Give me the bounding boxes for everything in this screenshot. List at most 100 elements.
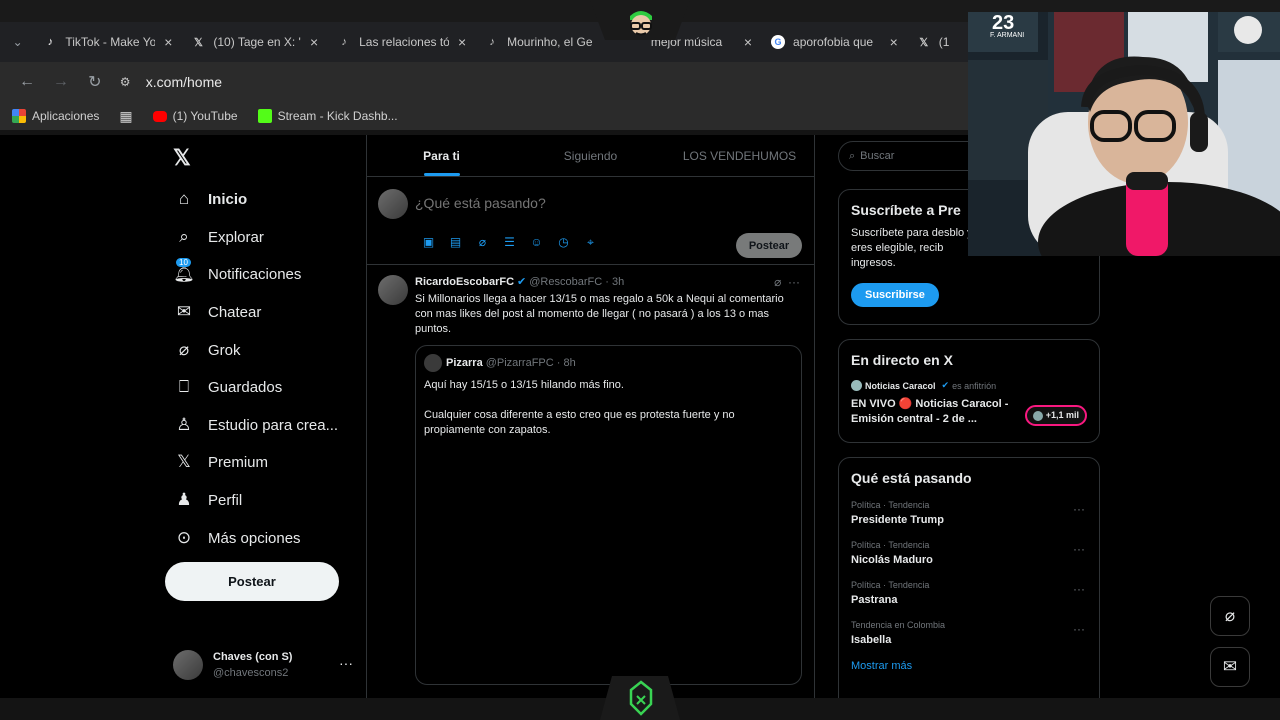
trend-category: Tendencia en Colombia: [851, 620, 946, 630]
more-horizontal-icon[interactable]: ···: [1073, 582, 1085, 596]
close-tab-icon[interactable]: ×: [741, 34, 755, 50]
nav-item-estudio[interactable]: ♙ Estudio para crea...: [173, 410, 338, 440]
tab-para-ti[interactable]: Para ti: [367, 135, 516, 176]
bookmark-apps[interactable]: Aplicaciones: [12, 109, 99, 123]
search-icon: ⌕: [849, 149, 856, 162]
listener-count-text: +1,1 mil: [1045, 410, 1079, 420]
gif-icon[interactable]: ▤: [442, 235, 469, 250]
tweet-time[interactable]: 3h: [612, 276, 624, 288]
trend-item[interactable]: Política · Tendencia Pastrana ···: [851, 580, 1087, 606]
back-icon[interactable]: ←: [10, 73, 44, 91]
nav-item-explorar[interactable]: ⌕ Explorar: [173, 222, 264, 252]
grid-button[interactable]: ▦: [119, 108, 132, 125]
trend-item[interactable]: Política · Tendencia Nicolás Maduro ···: [851, 540, 1087, 566]
more-horizontal-icon[interactable]: ···: [339, 655, 353, 671]
site-info-icon[interactable]: ⚙: [120, 75, 146, 89]
messages-fab[interactable]: ✉: [1210, 647, 1250, 687]
quoted-tweet[interactable]: Pizarra @PizarraFPC · 8h Aquí hay 15/15 …: [415, 345, 802, 685]
image-icon[interactable]: ▣: [415, 235, 442, 250]
browser-tab[interactable]: 𝕏 (10) Tage en X: ' ×: [183, 26, 329, 58]
trends-title: Qué está pasando: [851, 470, 972, 486]
poll-icon[interactable]: ☰: [496, 235, 523, 250]
avatar[interactable]: [378, 275, 408, 305]
trend-item[interactable]: Política · Tendencia Presidente Trump ··…: [851, 500, 1087, 526]
trend-name: Nicolás Maduro: [851, 554, 933, 566]
youtube-icon: [152, 110, 167, 122]
grok-fab[interactable]: ⌀: [1210, 596, 1250, 636]
nav-label: Guardados: [208, 378, 283, 396]
post-button[interactable]: Postear: [165, 562, 339, 601]
timeline: Para ti Siguiendo LOS VENDEHUMOS ▣ ▤ ⌀ ☰…: [366, 135, 815, 698]
account-handle: @chavescons2: [213, 667, 289, 679]
more-horizontal-icon[interactable]: ···: [1073, 502, 1085, 516]
url-field[interactable]: ⚙ x.com/home: [120, 67, 968, 97]
reload-icon[interactable]: ↻: [78, 72, 112, 92]
nav-label: Chatear: [208, 303, 262, 321]
bookmark-kick[interactable]: Stream - Kick Dashb...: [257, 109, 398, 123]
live-card[interactable]: En directo en X Noticias Caracol ✔ es an…: [838, 339, 1100, 443]
quote-author-name: Pizarra: [446, 357, 483, 369]
account-name: Chaves (con S): [213, 651, 293, 663]
avatar: [173, 650, 203, 680]
tab-siguiendo[interactable]: Siguiendo: [516, 135, 665, 176]
tab-search-icon[interactable]: ⌄: [0, 35, 35, 49]
browser-tab[interactable]: ♪ Las relaciones tó ×: [329, 26, 477, 58]
mail-icon: ✉: [1222, 657, 1238, 676]
grok-icon: ⌀: [1224, 606, 1236, 625]
nav-label: Inicio: [208, 190, 248, 208]
close-tab-icon[interactable]: ×: [455, 34, 469, 50]
tweet-author-name[interactable]: RicardoEscobarFC: [415, 276, 514, 288]
browser-tab[interactable]: ♪ TikTok - Make Yo ×: [35, 26, 183, 58]
separator-dot: ·: [602, 275, 612, 288]
browser-tab[interactable]: ♪ Mourinho, el Ge: [477, 26, 623, 58]
forward-icon[interactable]: →: [44, 73, 78, 91]
more-horizontal-icon[interactable]: ···: [1073, 622, 1085, 636]
shield-logo-icon: [629, 680, 653, 716]
avatar: [378, 189, 408, 219]
nav-item-notificaciones[interactable]: 🔔︎ 10 Notificaciones: [173, 258, 301, 289]
browser-tab[interactable]: G aporofobia que ×: [763, 26, 909, 58]
compose-input[interactable]: [415, 195, 775, 211]
grok-icon[interactable]: ⌀: [469, 235, 496, 250]
live-listener-count: +1,1 mil: [1025, 405, 1087, 426]
close-tab-icon[interactable]: ×: [307, 34, 321, 50]
close-tab-icon[interactable]: ×: [161, 34, 175, 50]
bookmark-youtube[interactable]: (1) YouTube: [152, 109, 238, 123]
nav-item-guardados[interactable]: ⎕ Guardados: [173, 372, 282, 402]
nav-item-perfil[interactable]: ♟ Perfil: [173, 485, 242, 515]
tab-title: aporofobia que: [793, 35, 874, 49]
studio-icon: ♙: [176, 415, 192, 434]
show-more-link[interactable]: Mostrar más: [851, 660, 1087, 672]
schedule-icon[interactable]: ◷: [550, 235, 577, 250]
nav-item-mas-opciones[interactable]: ⊙ Más opciones: [173, 523, 301, 553]
nav-item-grok[interactable]: ⌀ Grok: [173, 335, 241, 365]
mail-icon: ✉: [176, 302, 192, 321]
more-horizontal-icon[interactable]: ···: [788, 275, 800, 289]
browser-tab[interactable]: 𝕏 (1: [909, 26, 968, 58]
trend-name: Pastrana: [851, 594, 898, 606]
x-logo-icon[interactable]: 𝕏: [173, 145, 191, 171]
grok-icon[interactable]: ⌀: [774, 275, 781, 289]
x-icon: 𝕏: [193, 36, 203, 49]
tab-title: Las relaciones tó: [359, 35, 450, 49]
subscribe-button[interactable]: Suscribirse: [851, 283, 939, 307]
tab-title: TikTok - Make Yo: [65, 35, 156, 49]
compose-toolbar: ▣ ▤ ⌀ ☰ ☺ ◷ ⌖: [415, 235, 604, 250]
account-switcher[interactable]: Chaves (con S) @chavescons2 ···: [173, 647, 353, 683]
close-tab-icon[interactable]: ×: [887, 34, 901, 50]
emoji-icon[interactable]: ☺: [523, 235, 550, 250]
more-circle-icon: ⊙: [176, 528, 192, 547]
apps-grid-icon: [12, 109, 26, 123]
tiktok-icon: ♪: [341, 36, 347, 48]
tab-title: Mourinho, el Ge: [507, 35, 593, 49]
nav-item-inicio[interactable]: ⌂ Inicio: [173, 184, 247, 214]
more-horizontal-icon[interactable]: ···: [1073, 542, 1085, 556]
avatar: [424, 354, 442, 372]
tweet[interactable]: RicardoEscobarFC ✔ @RescobarFC · 3h ⌀ ··…: [367, 265, 814, 685]
nav-item-premium[interactable]: 𝕏 Premium: [173, 447, 268, 477]
location-icon[interactable]: ⌖: [577, 235, 604, 250]
compose-post-button[interactable]: Postear: [736, 233, 802, 258]
nav-item-chatear[interactable]: ✉ Chatear: [173, 297, 262, 327]
trend-item[interactable]: Tendencia en Colombia Isabella ···: [851, 620, 1087, 646]
tab-los-vendehumos[interactable]: LOS VENDEHUMOS: [665, 135, 814, 176]
